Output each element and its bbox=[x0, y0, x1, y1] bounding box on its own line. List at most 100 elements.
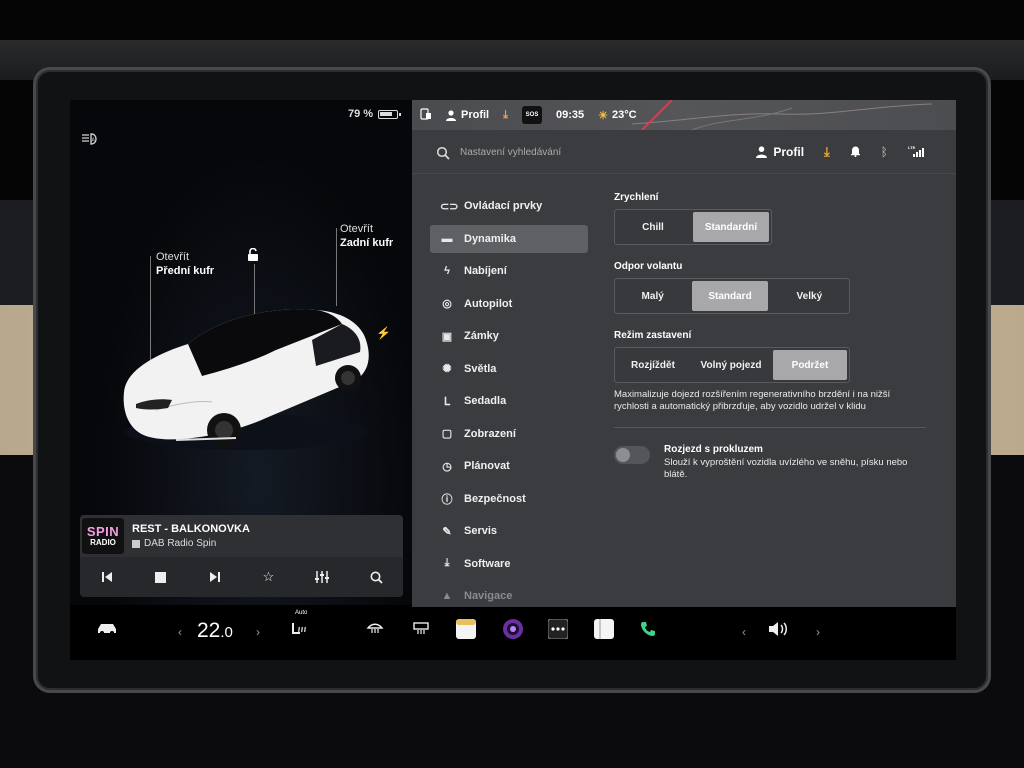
camera-app-button[interactable] bbox=[502, 618, 524, 640]
lock-icon: ▣ bbox=[441, 330, 453, 343]
acceleration-selector: Chill Standardní bbox=[614, 209, 772, 245]
notification-bell-icon[interactable] bbox=[850, 145, 861, 160]
outside-temperature: ☀ 23°C bbox=[598, 109, 636, 122]
stop-icon bbox=[155, 571, 167, 583]
map-background bbox=[632, 100, 932, 130]
car-button[interactable] bbox=[96, 621, 118, 635]
download-icon[interactable]: ⤓ bbox=[824, 144, 830, 160]
dynamics-settings: Zrychlení Chill Standardní Odpor volantu… bbox=[614, 192, 934, 481]
menu-item-label: Nabíjení bbox=[464, 265, 507, 277]
previous-icon bbox=[101, 572, 112, 582]
touchscreen: 79 % A Otevřít Přední kufr Otevřít Zadní… bbox=[70, 100, 956, 660]
unlock-icon[interactable] bbox=[246, 247, 260, 267]
display-icon: ▢ bbox=[441, 428, 453, 440]
steering-label: Odpor volantu bbox=[614, 261, 683, 272]
steering-selector: Malý Standard Velký bbox=[614, 278, 850, 314]
volume-up-button[interactable]: › bbox=[816, 625, 820, 639]
front-defrost-icon bbox=[366, 623, 384, 633]
front-trunk-label: Přední kufr bbox=[156, 265, 215, 277]
status-profile[interactable]: Profil bbox=[446, 109, 489, 121]
menu-item-service[interactable]: ✎ Servis bbox=[430, 517, 588, 545]
seat-heater-icon bbox=[292, 623, 306, 634]
temp-decimal: .0 bbox=[220, 624, 233, 641]
logo-text-top: SPIN bbox=[86, 524, 120, 539]
favorite-button[interactable]: ☆ bbox=[254, 564, 282, 590]
rear-defrost-button[interactable] bbox=[412, 621, 430, 635]
menu-item-safety[interactable]: ⓘ Bezpečnost bbox=[430, 485, 588, 513]
stop-button[interactable] bbox=[147, 564, 175, 590]
acceleration-option-standard[interactable]: Standardní bbox=[693, 212, 769, 242]
steering-option-standard[interactable]: Standard bbox=[692, 281, 768, 311]
more-apps-button[interactable] bbox=[548, 619, 568, 639]
charge-port-icon[interactable]: ⚡ bbox=[376, 326, 391, 340]
calendar-app-button[interactable] bbox=[594, 619, 614, 639]
clock-icon: ◷ bbox=[442, 460, 452, 473]
phone-app-button[interactable] bbox=[640, 621, 656, 637]
download-icon: ⤓ bbox=[444, 557, 450, 569]
slip-start-title: Rozjezd s prokluzem bbox=[664, 444, 763, 455]
menu-item-seats[interactable]: ᒪ Sedadla bbox=[430, 387, 588, 415]
stopping-option-creep[interactable]: Rozjíždět bbox=[615, 348, 691, 382]
temp-decrease-button[interactable]: ‹ bbox=[178, 625, 182, 639]
section-divider bbox=[614, 427, 926, 428]
menu-item-dynamics[interactable]: ▬ Dynamika bbox=[430, 224, 588, 253]
settings-header: Profil ⤓ ᛒ LTE bbox=[412, 132, 956, 174]
source-label: DAB Radio Spin bbox=[144, 538, 217, 549]
stopping-option-hold[interactable]: Podržet bbox=[773, 350, 847, 380]
sos-button[interactable]: SOS bbox=[522, 106, 542, 124]
next-track-button[interactable] bbox=[201, 564, 229, 590]
update-icon[interactable]: ⤓ bbox=[503, 109, 508, 122]
bottom-bar: ‹ 22.0 › Auto ‹ › bbox=[70, 607, 956, 660]
seat-icon: ᒪ bbox=[443, 395, 451, 408]
slip-start-toggle[interactable] bbox=[614, 446, 650, 464]
temp-increase-button[interactable]: › bbox=[256, 625, 260, 639]
front-trunk-button[interactable]: Otevřít Přední kufr bbox=[156, 250, 214, 278]
bolt-icon: ϟ bbox=[444, 265, 450, 277]
battery-icon bbox=[378, 109, 402, 119]
steering-option-heavy[interactable]: Velký bbox=[770, 279, 849, 313]
sun-icon: ☀ bbox=[598, 109, 609, 122]
radio-station-logo: SPIN RADIO bbox=[82, 518, 124, 554]
menu-item-controls[interactable]: ⊂⊃ Ovládací prvky bbox=[430, 192, 588, 220]
menu-item-autopilot[interactable]: ◎ Autopilot bbox=[430, 290, 588, 318]
menu-item-navigation[interactable]: ▲ Navigace bbox=[430, 582, 588, 610]
equalizer-button[interactable] bbox=[308, 564, 336, 590]
menu-item-locks[interactable]: ▣ Zámky bbox=[430, 322, 588, 350]
speaker-icon bbox=[769, 622, 787, 636]
stopping-option-roll[interactable]: Volný pojezd bbox=[691, 348, 771, 382]
settings-search-input[interactable] bbox=[460, 147, 700, 158]
rear-trunk-button[interactable]: Otevřít Zadní kufr bbox=[340, 222, 393, 250]
navigation-icon: ▲ bbox=[441, 590, 453, 602]
star-icon: ☆ bbox=[262, 569, 275, 584]
stopping-mode-label: Režim zastavení bbox=[614, 330, 692, 341]
volume-down-button[interactable]: ‹ bbox=[742, 625, 746, 639]
next-icon bbox=[209, 572, 220, 582]
menu-item-label: Zobrazení bbox=[464, 427, 516, 440]
media-search-button[interactable] bbox=[362, 564, 390, 590]
search-icon bbox=[436, 146, 450, 160]
svg-text:LTE: LTE bbox=[908, 145, 916, 150]
previous-track-button[interactable] bbox=[93, 564, 121, 590]
menu-item-display[interactable]: ▢ Zobrazení bbox=[430, 420, 588, 448]
settings-pane: Profil ⤓ SOS 09:35 ☀ 23°C Profil ⤓ bbox=[412, 100, 956, 607]
search-icon bbox=[370, 571, 383, 584]
cabin-temperature: 22.0 bbox=[197, 619, 233, 643]
bluetooth-icon[interactable]: ᛒ bbox=[881, 145, 888, 159]
logo-text-bottom: RADIO bbox=[90, 538, 116, 547]
car-view-pane: 79 % A Otevřít Přední kufr Otevřít Zadní… bbox=[70, 100, 412, 605]
battery-status: 79 % bbox=[348, 108, 402, 120]
menu-item-lights[interactable]: ✺ Světla bbox=[430, 355, 588, 383]
profile-button[interactable]: Profil bbox=[756, 145, 804, 159]
notepad-app-button[interactable] bbox=[456, 619, 476, 639]
front-defrost-button[interactable] bbox=[366, 621, 384, 635]
volume-button[interactable] bbox=[768, 621, 790, 637]
menu-item-schedule[interactable]: ◷ Plánovat bbox=[430, 452, 588, 480]
toggle-icon: ⊂⊃ bbox=[440, 200, 459, 213]
steering-option-light[interactable]: Malý bbox=[615, 279, 690, 313]
menu-item-charging[interactable]: ϟ Nabíjení bbox=[430, 257, 588, 285]
profile-label: Profil bbox=[773, 145, 805, 159]
headlight-icon[interactable]: A bbox=[80, 132, 100, 146]
acceleration-option-chill[interactable]: Chill bbox=[615, 210, 691, 244]
seat-heater-button[interactable] bbox=[290, 621, 308, 639]
menu-item-software[interactable]: ⤓ Software bbox=[430, 550, 588, 578]
